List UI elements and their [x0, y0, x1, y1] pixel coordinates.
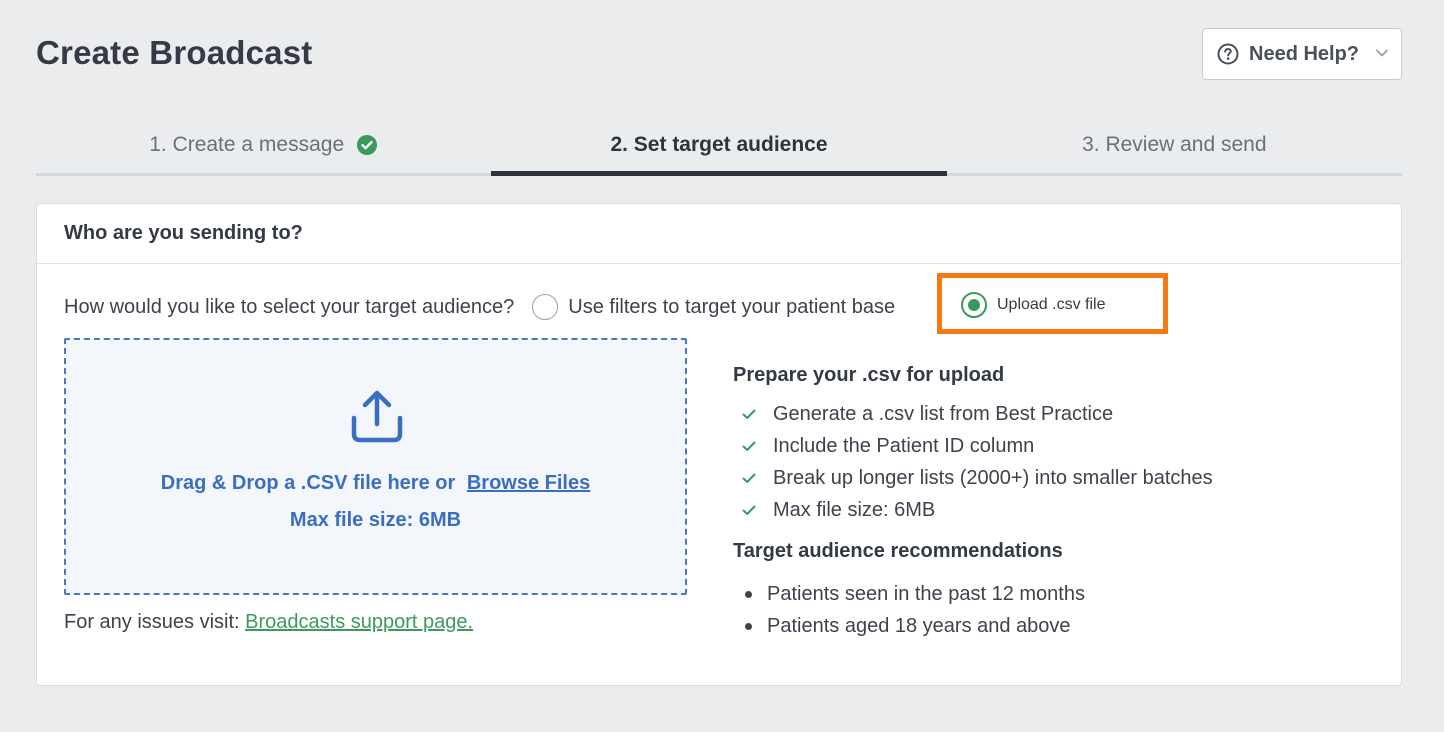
list-item: Generate a .csv list from Best Practice [733, 398, 1353, 430]
need-help-label: Need Help? [1249, 42, 1360, 65]
support-page-link[interactable]: Broadcasts support page. [245, 611, 473, 633]
step-label: 1. Create a message [149, 132, 345, 156]
support-prefix: For any issues visit: [64, 611, 240, 633]
browse-files-link[interactable]: Browse Files [467, 472, 590, 494]
question-circle-icon [1217, 43, 1239, 65]
bullet-icon [745, 622, 752, 630]
audience-question-row: How would you like to select your target… [64, 292, 895, 322]
card-header: Who are you sending to? [37, 204, 1401, 264]
stepper: 1. Create a message 2. Set target audien… [36, 120, 1402, 176]
chevron-down-icon [1375, 46, 1389, 60]
radio-label: Upload .csv file [997, 296, 1106, 313]
list-item-text: Generate a .csv list from Best Practice [773, 402, 1114, 425]
drag-drop-text: Drag & Drop a .CSV file here [160, 472, 430, 494]
radio-upload-csv[interactable]: Upload .csv file [961, 290, 1106, 320]
radio-button-checked[interactable] [961, 292, 987, 318]
prepare-list: Generate a .csv list from Best Practice … [733, 398, 1353, 526]
page-title: Create Broadcast [36, 34, 313, 71]
step-label: 3. Review and send [1082, 132, 1267, 156]
dropzone-instruction: Drag & Drop a .CSV file here or Browse F… [66, 472, 685, 495]
list-item: Include the Patient ID column [733, 430, 1353, 462]
radio-label: Use filters to target your patient base [568, 295, 896, 318]
check-icon [741, 470, 757, 486]
list-item: Break up longer lists (2000+) into small… [733, 462, 1353, 494]
need-help-button[interactable]: Need Help? [1202, 28, 1402, 80]
support-note: For any issues visit: Broadcasts support… [64, 611, 473, 634]
check-icon [741, 438, 757, 454]
dropzone-max-size: Max file size: 6MB [289, 509, 462, 531]
list-item-text: Break up longer lists (2000+) into small… [773, 466, 1213, 489]
step-review-and-send[interactable]: 3. Review and send [947, 120, 1402, 173]
recommendations-list: Patients seen in the past 12 months Pati… [733, 578, 1353, 642]
list-item-text: Patients aged 18 years and above [767, 614, 1071, 637]
list-item: Patients aged 18 years and above [733, 610, 1353, 642]
audience-question: How would you like to select your target… [64, 295, 515, 318]
check-icon [741, 502, 757, 518]
list-item-text: Patients seen in the past 12 months [767, 582, 1085, 605]
upload-instructions: Prepare your .csv for upload Generate a … [733, 362, 1353, 642]
radio-button-unchecked[interactable] [532, 294, 559, 320]
create-broadcast-page: Create Broadcast Need Help? 1. Create a … [0, 0, 1444, 732]
recommendations-heading: Target audience recommendations [733, 540, 1063, 562]
upload-icon [348, 388, 406, 446]
csv-dropzone[interactable]: Drag & Drop a .CSV file here or Browse F… [64, 338, 687, 595]
list-item: Patients seen in the past 12 months [733, 578, 1353, 610]
check-icon [741, 406, 757, 422]
step-create-message[interactable]: 1. Create a message [36, 120, 491, 173]
prepare-heading: Prepare your .csv for upload [733, 364, 1005, 386]
step-label: 2. Set target audience [610, 132, 828, 156]
check-circle-icon [356, 134, 378, 156]
audience-card: Who are you sending to? How would you li… [36, 203, 1402, 686]
radio-use-filters[interactable]: Use filters to target your patient base [532, 294, 895, 320]
step-set-target-audience[interactable]: 2. Set target audience [491, 120, 947, 176]
list-item-text: Include the Patient ID column [773, 434, 1035, 457]
list-item: Max file size: 6MB [733, 494, 1353, 526]
list-item-text: Max file size: 6MB [773, 498, 936, 521]
bullet-icon [745, 590, 752, 598]
or-text: or [435, 472, 456, 494]
